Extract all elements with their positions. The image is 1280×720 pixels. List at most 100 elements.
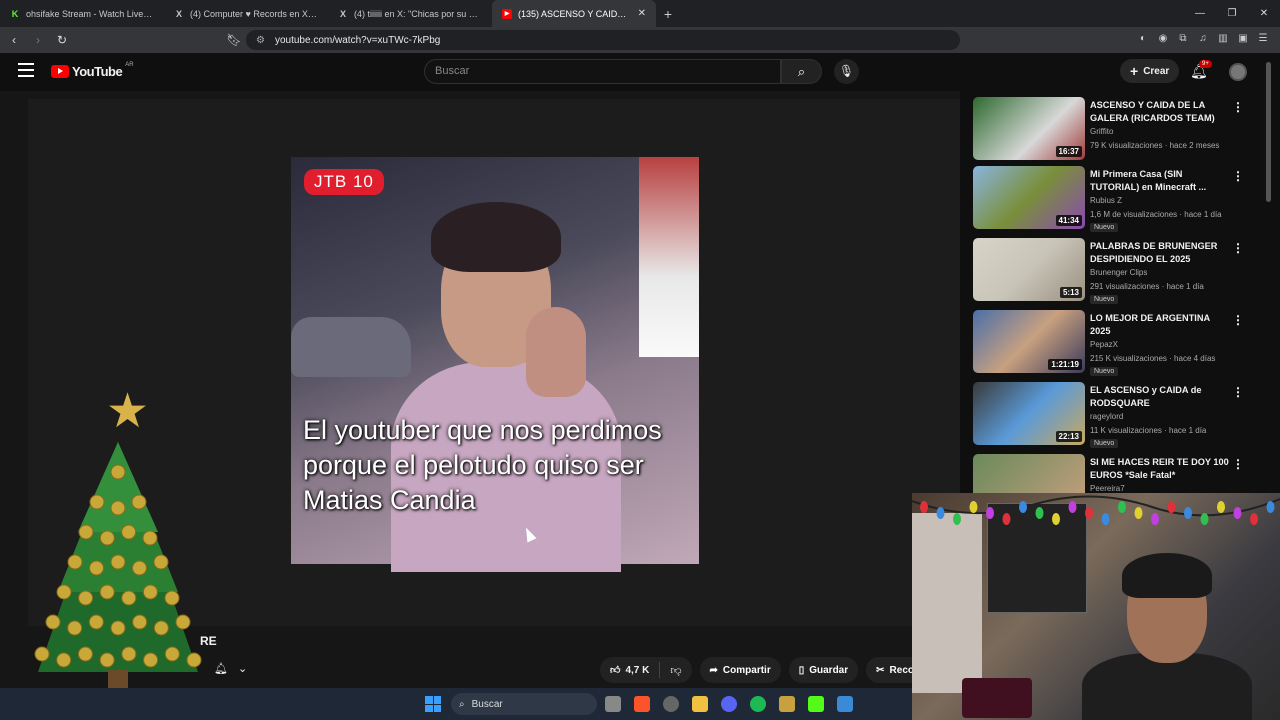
- more-options-icon[interactable]: ⋮: [1232, 100, 1244, 114]
- extension-icon[interactable]: ⧉: [1176, 32, 1190, 46]
- search-icon: ⌕: [797, 64, 806, 79]
- app-icon[interactable]: [779, 696, 795, 712]
- channel-name[interactable]: PepazX: [1090, 340, 1118, 349]
- spotify-icon[interactable]: [750, 696, 766, 712]
- x-icon: X: [175, 8, 182, 19]
- recommendation-item[interactable]: 1:21:19 LO MEJOR DE ARGENTINA 2025 Pepaz…: [973, 310, 1263, 376]
- more-options-icon[interactable]: ⋮: [1232, 457, 1244, 471]
- channel-name[interactable]: Brunenger Clips: [1090, 268, 1147, 277]
- voice-search-button[interactable]: 🎙︎: [834, 59, 859, 84]
- kick-icon[interactable]: [808, 696, 824, 712]
- dislike-button[interactable]: 👎︎: [660, 664, 691, 677]
- sidebar-icon[interactable]: ▥: [1216, 32, 1230, 46]
- ornament-ball: [99, 530, 115, 546]
- channel-name[interactable]: Peereira7: [1090, 484, 1125, 493]
- wallet-icon[interactable]: ▣: [1236, 32, 1250, 46]
- ornament-ball: [89, 494, 105, 510]
- create-label: Crear: [1143, 65, 1170, 77]
- like-button[interactable]: 👍︎ 4,7 K: [600, 662, 661, 678]
- extension-icon[interactable]: ◉: [1156, 32, 1170, 46]
- save-button[interactable]: ▯ Guardar: [788, 657, 859, 683]
- ornament-ball: [153, 620, 169, 636]
- screen: K ohsifake Stream - Watch Live on X (4) …: [0, 0, 1280, 720]
- task-view-icon[interactable]: [605, 696, 621, 712]
- chevron-down-icon[interactable]: ⌄: [238, 662, 247, 675]
- video-thumbnail[interactable]: 1:21:19: [973, 310, 1085, 373]
- avatar[interactable]: [1229, 63, 1247, 81]
- shop-shape: [639, 157, 699, 357]
- youtube-logo[interactable]: YouTube AR: [51, 62, 134, 79]
- video-title[interactable]: LO MEJOR DE ARGENTINA 2025: [1090, 312, 1230, 338]
- taskbar-search[interactable]: ⌕ Buscar: [451, 693, 597, 715]
- page-scrollbar[interactable]: [1266, 62, 1271, 202]
- recommendation-item[interactable]: 5:13 PALABRAS DE BRUNENGER DESPIDIENDO E…: [973, 238, 1263, 304]
- close-tab-icon[interactable]: ✕: [638, 8, 646, 19]
- video-thumbnail[interactable]: 41:34: [973, 166, 1085, 229]
- menu-icon[interactable]: ☰: [1256, 32, 1270, 46]
- new-tab-icon[interactable]: +: [656, 6, 680, 22]
- ornament-ball: [67, 554, 83, 570]
- menu-icon[interactable]: [18, 63, 34, 77]
- search-button[interactable]: ⌕: [781, 59, 822, 84]
- light-bulb: [1250, 513, 1258, 525]
- browser-tab-active[interactable]: ▶ (135) ASCENSO Y CAIDA RODSQ ✕: [492, 0, 656, 27]
- channel-name[interactable]: Griffito: [1090, 127, 1113, 136]
- light-bulb: [969, 501, 978, 513]
- ornament-ball: [143, 652, 159, 668]
- brave-icon[interactable]: [634, 696, 650, 712]
- recommendation-item[interactable]: 22:13 EL ASCENSO y CAIDA de RODSQUARE ra…: [973, 382, 1263, 448]
- ornament-ball: [131, 494, 147, 510]
- search-input[interactable]: Buscar: [424, 59, 781, 84]
- extension-icon[interactable]: ♫: [1196, 32, 1210, 46]
- browser-tab[interactable]: X (4) tiiiiii en X: "Chicas por su segur…: [328, 0, 492, 27]
- maximize-icon[interactable]: ❐: [1216, 0, 1248, 27]
- webcam-overlay: [912, 493, 1280, 720]
- recommendation-item[interactable]: 16:37 ASCENSO Y CAIDA DE LA GALERA (RICA…: [973, 97, 1263, 163]
- back-icon[interactable]: ‹: [4, 33, 24, 47]
- ornament-ball: [56, 584, 72, 600]
- site-info-icon[interactable]: ⚙︎: [256, 35, 265, 46]
- video-title[interactable]: SI ME HACES REIR TE DOY 100 EUROS *Sale …: [1090, 456, 1230, 482]
- bookmark-icon[interactable]: 🔖︎: [224, 33, 244, 47]
- light-bulb: [1151, 513, 1159, 525]
- share-button[interactable]: ➦ Compartir: [699, 657, 781, 683]
- light-bulb: [920, 501, 928, 513]
- ornament-ball: [67, 620, 83, 636]
- app-icon[interactable]: [837, 696, 853, 712]
- channel-name[interactable]: Rubius Z: [1090, 196, 1122, 205]
- extension-icon[interactable]: ◐: [1136, 32, 1150, 46]
- channel-name[interactable]: rageylord: [1090, 412, 1123, 421]
- browser-tab[interactable]: X (4) Computer ♥ Records en X: "PlayS: [164, 0, 328, 27]
- app-icon[interactable]: [663, 696, 679, 712]
- windows-start-icon[interactable]: [425, 696, 441, 712]
- discord-icon[interactable]: [721, 696, 737, 712]
- more-options-icon[interactable]: ⋮: [1232, 385, 1244, 399]
- video-title[interactable]: PALABRAS DE BRUNENGER DESPIDIENDO EL 202…: [1090, 240, 1230, 266]
- x-icon: X: [339, 8, 346, 19]
- more-options-icon[interactable]: ⋮: [1232, 169, 1244, 183]
- recommendation-item[interactable]: 41:34 Mi Primera Casa (SIN TUTORIAL) en …: [973, 166, 1263, 232]
- video-thumbnail[interactable]: 22:13: [973, 382, 1085, 445]
- create-button[interactable]: + Crear: [1120, 59, 1180, 83]
- video-title[interactable]: EL ASCENSO y CAIDA de RODSQUARE: [1090, 384, 1230, 410]
- video-actions: 👍︎ 4,7 K 👎︎ ➦ Compartir ▯ Guardar ✂︎ Recor: [600, 657, 922, 683]
- bookmark-icon: ▯: [798, 664, 805, 676]
- more-options-icon[interactable]: ⋮: [1232, 313, 1244, 327]
- video-title[interactable]: Mi Primera Casa (SIN TUTORIAL) en Minecr…: [1090, 168, 1230, 194]
- video-title[interactable]: ASCENSO Y CAIDA DE LA GALERA (RICARDOS T…: [1090, 99, 1230, 125]
- reload-icon[interactable]: ↻: [52, 33, 72, 47]
- more-options-icon[interactable]: ⋮: [1232, 241, 1244, 255]
- scissors-icon: ✂︎: [876, 664, 885, 676]
- folder-icon[interactable]: [692, 696, 708, 712]
- ornament-ball: [110, 500, 126, 516]
- browser-tab[interactable]: K ohsifake Stream - Watch Live on: [0, 0, 164, 27]
- video-thumbnail[interactable]: 16:37: [973, 97, 1085, 160]
- light-bulb: [1068, 501, 1077, 513]
- close-window-icon[interactable]: ✕: [1248, 0, 1280, 27]
- ornament-ball: [78, 524, 94, 540]
- video-thumbnail[interactable]: 5:13: [973, 238, 1085, 301]
- minimize-icon[interactable]: —: [1184, 0, 1216, 27]
- url-field[interactable]: ⚙︎ youtube.com/watch?v=xuTWc-7kPbg: [246, 30, 960, 50]
- forward-icon[interactable]: ›: [28, 33, 48, 47]
- ornament-ball: [45, 614, 61, 630]
